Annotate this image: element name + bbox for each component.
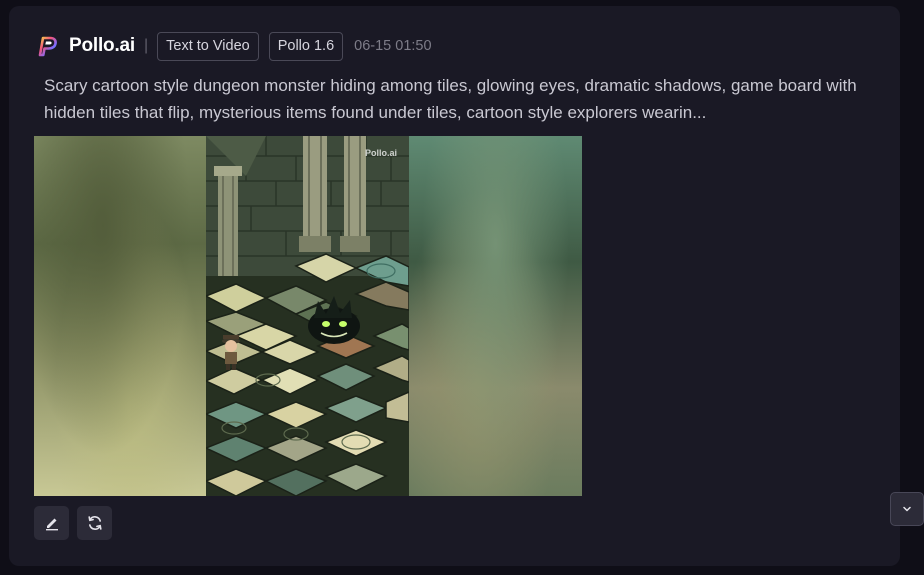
card-actions (34, 506, 112, 540)
header-separator: | (143, 37, 149, 54)
model-chip[interactable]: Pollo 1.6 (268, 31, 344, 61)
dungeon-scene-illustration (206, 136, 409, 496)
refresh-icon (87, 516, 102, 530)
video-watermark: Pollo.ai (364, 148, 397, 158)
blurred-backdrop-right (409, 136, 582, 496)
edit-button[interactable] (34, 506, 69, 540)
scroll-down-button[interactable] (890, 492, 924, 526)
video-frame[interactable]: Pollo.ai (206, 136, 409, 496)
regenerate-button[interactable] (77, 506, 112, 540)
prompt-text[interactable]: Scary cartoon style dungeon monster hidi… (44, 72, 894, 126)
pollo-logo-icon (38, 36, 57, 57)
pencil-icon (45, 518, 58, 531)
brand-name: Pollo.ai (69, 35, 135, 56)
video-preview[interactable]: Pollo.ai (34, 136, 582, 496)
chevron-down-icon (903, 506, 911, 512)
blurred-backdrop-left (34, 136, 206, 496)
card-header: Pollo.ai | Text to Video Pollo 1.6 06-15… (35, 31, 432, 61)
generation-card: Pollo.ai | Text to Video Pollo 1.6 06-15… (9, 6, 900, 566)
timestamp: 06-15 01:50 (354, 38, 432, 54)
mode-chip[interactable]: Text to Video (157, 31, 259, 61)
